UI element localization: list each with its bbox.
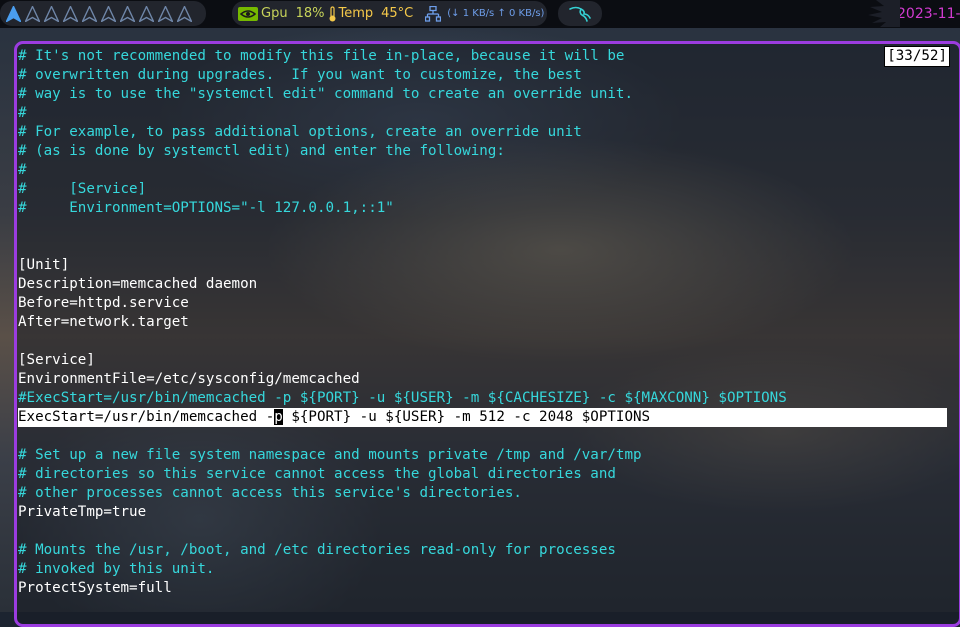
workspace-switcher [0,1,206,26]
editor-line-comment: # Mounts the /usr, /boot, and /etc direc… [18,542,616,558]
arch-logo-icon [82,5,97,22]
clock-wing-decoration [868,0,900,27]
editor-line: After=network.target [18,314,189,330]
editor-line: ProtectSystem=full [18,580,172,596]
arch-logo-icon [177,5,192,22]
app-launcher-button[interactable] [558,1,602,26]
system-stats: Gpu 18% Temp 45°C (↓ 1 KB/s ↑ 0 KB/s) [232,1,547,26]
line-position-indicator: [33/52] [884,46,950,67]
network-icon [425,5,442,22]
editor-line-comment: # Set up a new file system namespace and… [18,447,642,463]
workspace-2-button[interactable] [23,4,42,24]
gpu-value: 18% [295,6,325,21]
clock-date: 2023-11-0 [897,5,960,22]
editor-buffer[interactable]: # It's not recommended to modify this fi… [18,47,959,598]
editor-line-comment: # other processes cannot access this ser… [18,485,522,501]
clock-widget[interactable]: 2023-11-0 [866,0,960,27]
kali-dragon-icon [568,5,592,23]
workspace-9-button[interactable] [156,4,175,24]
arch-logo-icon [158,5,173,22]
current-line-highlight: ExecStart=/usr/bin/memcached -p ${PORT} … [18,408,947,427]
workspace-8-button[interactable] [137,4,156,24]
editor-line-current: ExecStart=/usr/bin/memcached -p ${PORT} … [18,408,959,427]
current-line-before-cursor: ExecStart=/usr/bin/memcached - [18,409,275,425]
editor-line: PrivateTmp=true [18,504,147,520]
editor-line: Before=httpd.service [18,295,189,311]
editor-line-comment: # overwritten during upgrades. If you wa… [18,67,582,83]
temp-value: 45°C [381,6,414,21]
editor-line-comment: # directories so this service cannot acc… [18,466,616,482]
editor-line-comment: # (as is done by systemctl edit) and ent… [18,143,505,159]
workspace-7-button[interactable] [118,4,137,24]
workspace-3-button[interactable] [42,4,61,24]
editor-line: [Unit] [18,257,70,273]
text-cursor: p [274,409,283,425]
editor-line-comment: # It's not recommended to modify this fi… [18,48,625,64]
editor-line-comment: # [Service] [18,181,147,197]
workspace-1-button[interactable] [4,4,23,24]
top-status-bar: Gpu 18% Temp 45°C (↓ 1 KB/s ↑ 0 KB/s) 20… [0,0,960,28]
editor-line-comment: # invoked by this unit. [18,561,215,577]
editor-line-comment: # [18,162,27,178]
workspace-5-button[interactable] [80,4,99,24]
workspace-6-button[interactable] [99,4,118,24]
current-line-after-cursor: ${PORT} -u ${USER} -m 512 -c 2048 $OPTIO… [282,409,651,425]
arch-logo-icon [6,5,21,22]
workspace-10-button[interactable] [175,4,194,24]
editor-line: Description=memcached daemon [18,276,258,292]
arch-logo-icon [120,5,135,22]
editor-line: EnvironmentFile=/etc/sysconfig/memcached [18,371,360,387]
thermometer-icon [328,5,337,22]
arch-logo-icon [101,5,116,22]
arch-logo-icon [25,5,40,22]
editor-line: [Service] [18,352,95,368]
temp-label: Temp [338,6,374,21]
editor-line-blank [18,427,959,446]
editor-line-comment: # Environment=OPTIONS="-l 127.0.0.1,::1" [18,200,394,216]
arch-logo-icon [139,5,154,22]
editor-line-blank [18,218,959,237]
nvidia-icon [238,6,258,21]
gpu-label: Gpu [261,6,288,21]
editor-line-comment: # way is to use the "systemctl edit" com… [18,86,633,102]
editor-line-comment: # For example, to pass additional option… [18,124,582,140]
workspace-4-button[interactable] [61,4,80,24]
editor-line-blank [18,237,959,256]
terminal-window[interactable]: # It's not recommended to modify this fi… [14,41,960,627]
arch-logo-icon [44,5,59,22]
editor-line-comment: #ExecStart=/usr/bin/memcached -p ${PORT}… [18,390,787,406]
arch-logo-icon [63,5,78,22]
network-speed: (↓ 1 KB/s ↑ 0 KB/s) [447,8,545,19]
editor-line-blank [18,332,959,351]
editor-line-comment: # [18,105,27,121]
editor-line-blank [18,522,959,541]
